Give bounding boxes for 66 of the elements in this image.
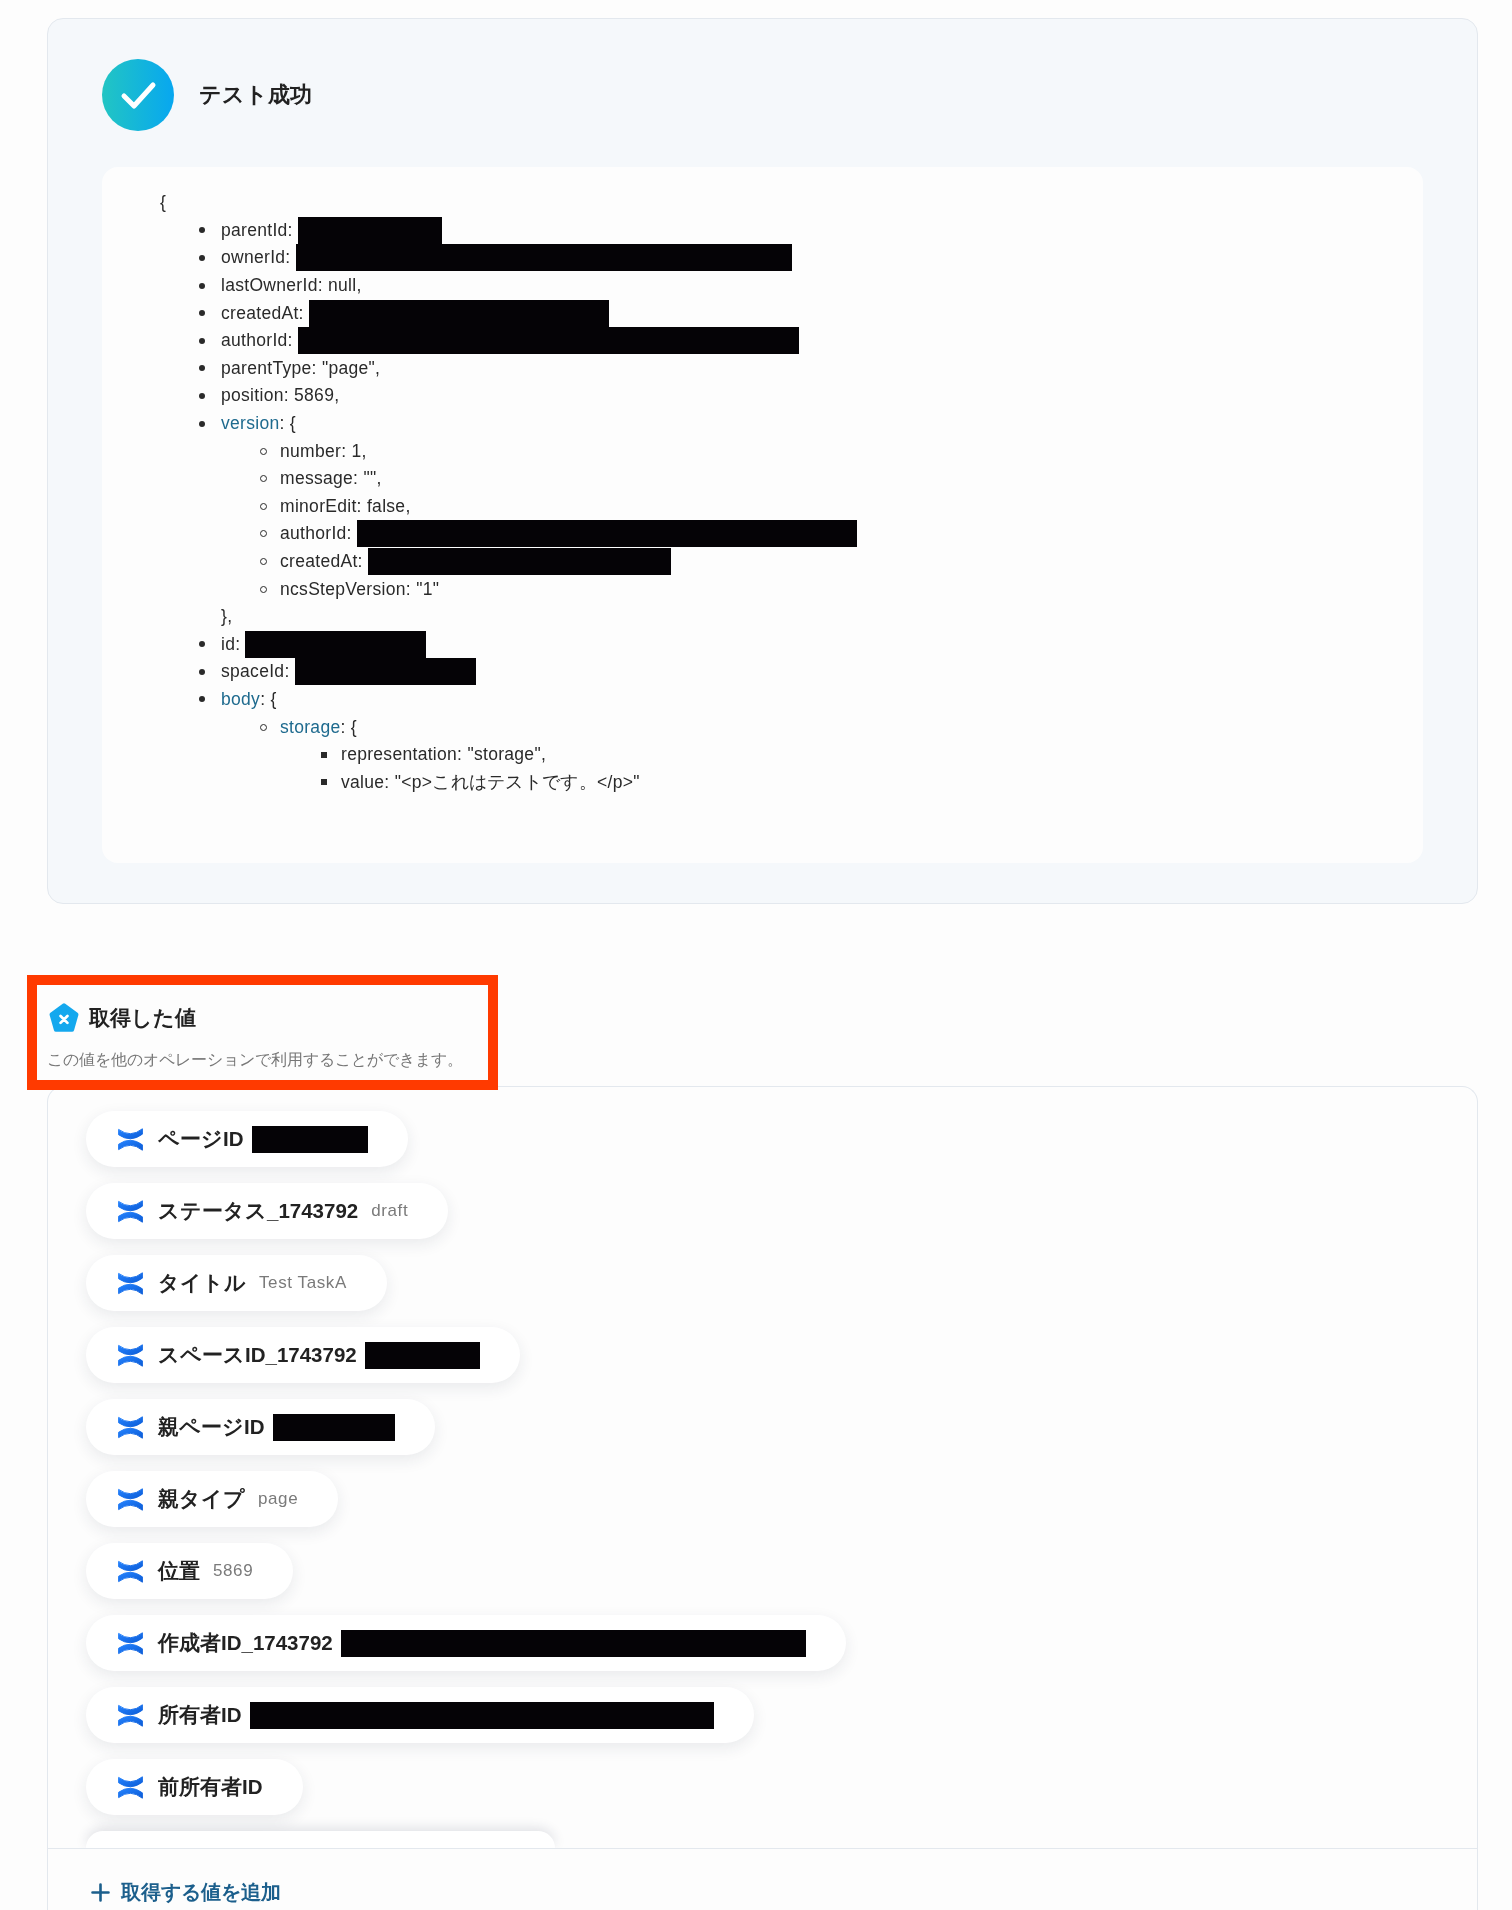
value-chip[interactable]: スペースID_1743792 bbox=[86, 1327, 520, 1383]
add-value-button[interactable]: 取得する値を追加 bbox=[91, 1878, 281, 1906]
json-line: id: bbox=[221, 633, 241, 655]
json-line: body: { bbox=[221, 689, 277, 710]
value-chip[interactable]: 前所有者ID bbox=[86, 1759, 303, 1815]
json-line: createdAt: bbox=[280, 551, 363, 572]
bullet-icon bbox=[199, 337, 205, 344]
section-title: 取得した値 bbox=[89, 1005, 196, 1031]
swirl-icon bbox=[118, 1199, 143, 1223]
value-chip[interactable]: 位置 5869 bbox=[86, 1543, 294, 1599]
bullet-icon bbox=[199, 392, 205, 399]
swirl-icon bbox=[118, 1271, 143, 1295]
value-chip[interactable]: ページID bbox=[86, 1111, 408, 1167]
bullet-icon bbox=[321, 751, 327, 758]
json-line: parentType: "page", bbox=[221, 357, 381, 379]
json-line: { bbox=[160, 192, 167, 214]
json-line: createdAt: bbox=[221, 302, 304, 324]
value-chip[interactable]: 作成者ID_1743792 bbox=[86, 1615, 846, 1671]
bullet-icon bbox=[199, 696, 205, 703]
section-description: この値を他のオペレーションで利用することができます。 bbox=[47, 1050, 464, 1070]
json-line: representation: "storage", bbox=[341, 744, 547, 766]
json-line: ncsStepVersion: "1" bbox=[280, 578, 440, 600]
bullet-icon bbox=[321, 779, 327, 786]
pentagon-icon bbox=[49, 1003, 79, 1033]
bullet-icon bbox=[199, 365, 205, 372]
value-chip[interactable]: 所有者ID bbox=[86, 1687, 754, 1743]
chip-value: draft bbox=[371, 1201, 409, 1221]
swirl-icon bbox=[118, 1703, 143, 1727]
json-line: number: 1, bbox=[280, 440, 367, 462]
swirl-icon bbox=[118, 1559, 143, 1583]
value-chip[interactable]: ステータス_1743792 draft bbox=[86, 1183, 449, 1239]
json-line: }, bbox=[221, 606, 233, 628]
json-line: lastOwnerId: null, bbox=[221, 275, 362, 297]
bullet-icon bbox=[199, 255, 205, 261]
bullet-icon bbox=[199, 282, 205, 289]
status-title: テスト成功 bbox=[199, 81, 312, 109]
value-chip[interactable]: 親ページID bbox=[86, 1399, 435, 1455]
json-line: message: "", bbox=[280, 468, 382, 490]
chip-value: 5869 bbox=[213, 1561, 254, 1581]
bullet-icon bbox=[199, 641, 205, 648]
chip-value: page bbox=[258, 1489, 299, 1509]
bullet-icon bbox=[199, 227, 205, 234]
json-line: minorEdit: false, bbox=[280, 495, 411, 517]
swirl-icon bbox=[118, 1343, 143, 1367]
plus-icon bbox=[91, 1882, 110, 1902]
json-line: position: 5869, bbox=[221, 385, 340, 407]
json-line: value: "<p>これはテストです。</p>" bbox=[341, 771, 640, 795]
swirl-icon bbox=[118, 1415, 143, 1439]
swirl-icon bbox=[118, 1631, 143, 1655]
json-line: version: { bbox=[221, 413, 296, 435]
json-line: parentId: bbox=[221, 219, 293, 241]
swirl-icon bbox=[118, 1775, 143, 1799]
json-line: spaceId: bbox=[221, 661, 290, 683]
bullet-icon bbox=[199, 310, 205, 317]
swirl-icon bbox=[118, 1487, 143, 1511]
chip-value: Test TaskA bbox=[259, 1273, 347, 1293]
json-line: authorId: bbox=[280, 523, 352, 545]
bullet-icon bbox=[199, 668, 205, 675]
json-line: storage: { bbox=[280, 716, 357, 738]
value-chip[interactable]: 親タイプ page bbox=[86, 1471, 339, 1527]
json-line: ownerId: bbox=[221, 247, 291, 269]
swirl-icon bbox=[118, 1127, 143, 1151]
bullet-icon bbox=[199, 420, 205, 427]
value-chip[interactable]: タイトル Test TaskA bbox=[86, 1255, 387, 1311]
value-chip[interactable] bbox=[86, 1831, 555, 1848]
json-line: authorId: bbox=[221, 330, 293, 352]
